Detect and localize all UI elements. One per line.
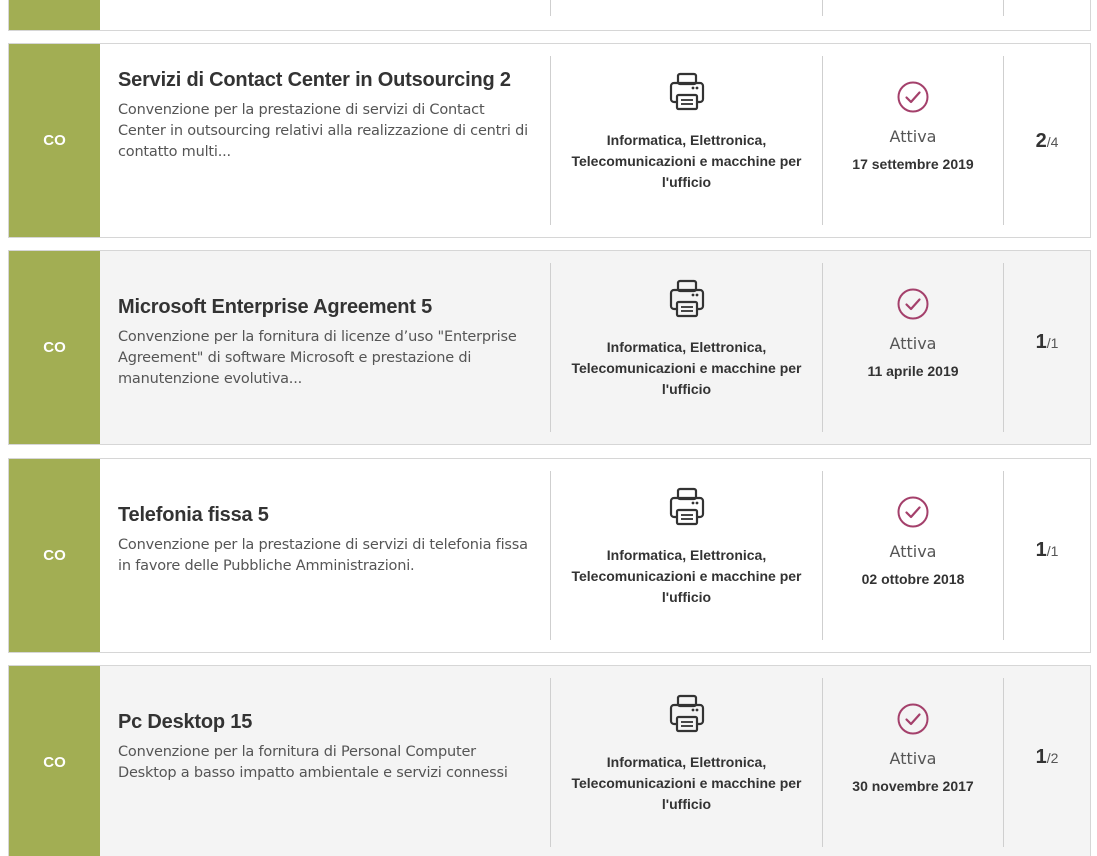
convention-card[interactable]: CO Servizi di Contact Center in Outsourc… <box>8 43 1091 238</box>
convention-card[interactable]: CO Pc Desktop 15 Convenzione per la forn… <box>8 665 1091 856</box>
printer-icon <box>669 72 704 111</box>
card-title[interactable]: Servizi di Contact Center in Outsourcing… <box>118 68 536 92</box>
category-cell: Informatica, Elettronica, Telecomunicazi… <box>551 251 822 444</box>
lot-count-total: /4 <box>1046 134 1059 150</box>
convention-card[interactable]: CO Telefonia fissa 5 Convenzione per la … <box>8 458 1091 653</box>
status-cell: Attiva 02 ottobre 2018 <box>823 459 1003 652</box>
lot-count: 1/1 <box>1036 539 1059 652</box>
card-info: Microsoft Enterprise Agreement 5 Convenz… <box>100 251 550 444</box>
type-badge: CO <box>9 666 100 856</box>
category-cell: Informatica, Elettronica, Telecomunicazi… <box>551 666 822 856</box>
lot-count-active: 2 <box>1035 130 1047 152</box>
lot-count-cell: 1/1 <box>1004 459 1090 652</box>
status-label: Attiva <box>889 749 937 768</box>
card-title[interactable]: Microsoft Enterprise Agreement 5 <box>118 295 536 319</box>
lot-count-total: /2 <box>1046 750 1059 766</box>
lot-count-total: /1 <box>1046 335 1059 351</box>
lot-count: 1/2 <box>1036 746 1059 856</box>
check-circle-icon <box>897 703 929 735</box>
lot-count-cell: 1/2 <box>1004 666 1090 856</box>
lot-count-cell: 2/4 <box>1004 44 1090 237</box>
type-badge: CO <box>9 251 100 444</box>
card-description: Convenzione per la fornitura di licenze … <box>118 329 517 387</box>
check-circle-icon <box>897 496 929 528</box>
status-date: 11 aprile 2019 <box>867 363 959 379</box>
status-cell: Attiva 30 novembre 2017 <box>823 666 1003 856</box>
status-label: Attiva <box>889 127 937 146</box>
status-date: 02 ottobre 2018 <box>861 571 965 587</box>
previous-card-fragment <box>8 0 1091 31</box>
lot-count-cell: 1/1 <box>1004 251 1090 444</box>
card-title[interactable]: Telefonia fissa 5 <box>118 503 536 527</box>
check-circle-icon <box>897 81 929 113</box>
lot-count-active: 1 <box>1035 539 1047 561</box>
category-label: Informatica, Elettronica, Telecomunicazi… <box>571 339 802 397</box>
check-circle-icon <box>897 288 929 320</box>
convention-card[interactable]: CO Microsoft Enterprise Agreement 5 Conv… <box>8 250 1091 445</box>
card-info: Servizi di Contact Center in Outsourcing… <box>100 44 550 237</box>
status-cell: Attiva 11 aprile 2019 <box>823 251 1003 444</box>
category-label: Informatica, Elettronica, Telecomunicazi… <box>571 754 802 812</box>
card-info: Pc Desktop 15 Convenzione per la fornitu… <box>100 666 550 856</box>
status-label: Attiva <box>889 542 937 561</box>
printer-icon <box>669 279 704 318</box>
category-cell: Informatica, Elettronica, Telecomunicazi… <box>551 44 822 237</box>
divider <box>1003 0 1004 16</box>
printer-icon <box>669 694 704 733</box>
status-date: 30 novembre 2017 <box>852 778 974 794</box>
card-info: Telefonia fissa 5 Convenzione per la pre… <box>100 459 550 652</box>
lot-count-total: /1 <box>1046 543 1059 559</box>
printer-icon <box>669 487 704 526</box>
status-cell: Attiva 17 settembre 2019 <box>823 44 1003 237</box>
card-description: Convenzione per la prestazione di serviz… <box>118 537 528 574</box>
lot-count-active: 1 <box>1035 331 1047 353</box>
card-description: Convenzione per la prestazione di serviz… <box>118 102 528 160</box>
type-badge: CO <box>9 459 100 652</box>
type-badge <box>9 0 100 30</box>
type-badge: CO <box>9 44 100 237</box>
lot-count: 2/4 <box>1036 130 1059 237</box>
category-label: Informatica, Elettronica, Telecomunicazi… <box>571 132 802 190</box>
status-date: 17 settembre 2019 <box>852 156 974 172</box>
category-cell: Informatica, Elettronica, Telecomunicazi… <box>551 459 822 652</box>
category-label: Informatica, Elettronica, Telecomunicazi… <box>571 547 802 605</box>
lot-count: 1/1 <box>1036 331 1059 444</box>
lot-count-active: 1 <box>1035 746 1047 768</box>
status-label: Attiva <box>889 334 937 353</box>
card-title[interactable]: Pc Desktop 15 <box>118 710 536 734</box>
card-description: Convenzione per la fornitura di Personal… <box>118 744 508 781</box>
